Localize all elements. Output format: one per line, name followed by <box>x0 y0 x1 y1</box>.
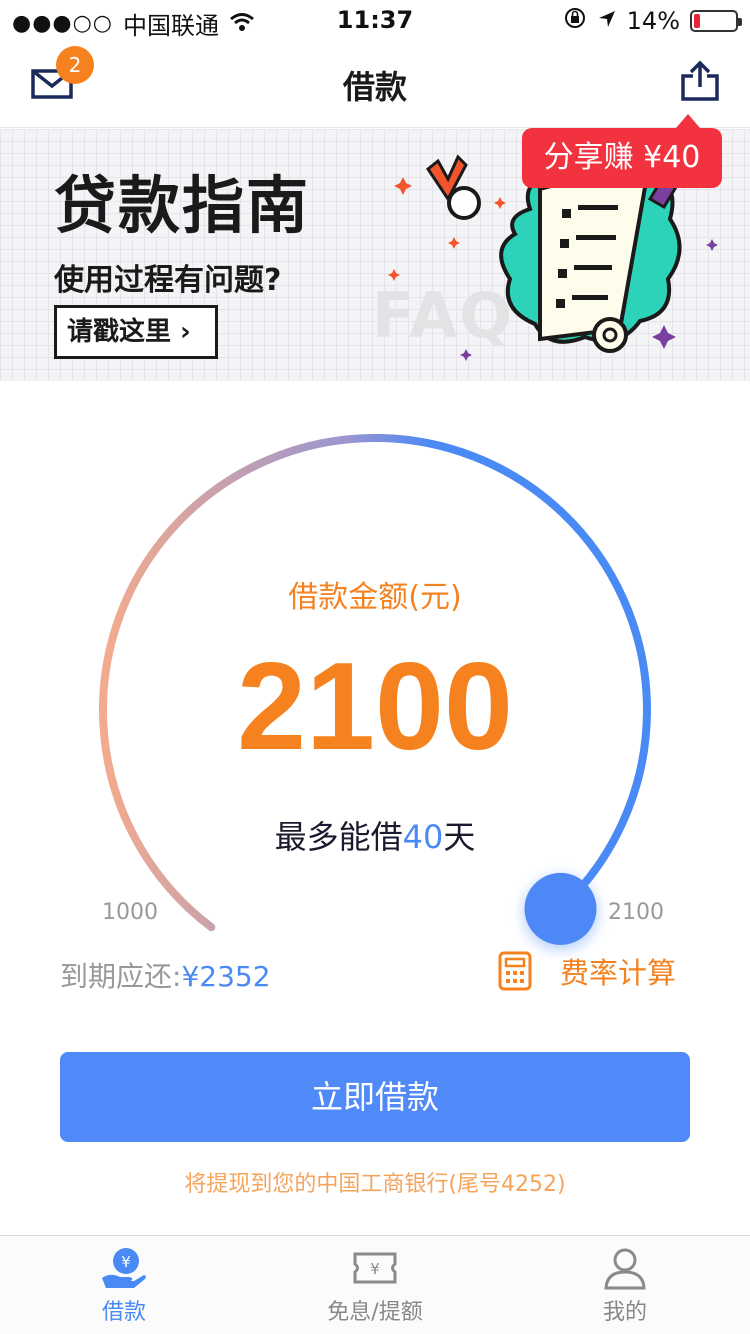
calculator-icon <box>498 951 532 991</box>
tab-interest-free[interactable]: ¥ 免息/提额 <box>295 1246 455 1326</box>
repay-value: ¥2352 <box>181 960 271 993</box>
svg-text:¥: ¥ <box>370 1260 380 1278</box>
bank-account-note: 将提现到您的中国工商银行(尾号4252) <box>184 1172 566 1197</box>
status-right: 14% <box>563 6 742 36</box>
tab-label: 免息/提额 <box>327 1300 423 1325</box>
orientation-lock-icon <box>563 6 587 36</box>
profile-icon <box>604 1248 646 1290</box>
rate-calc-label: 费率计算 <box>560 956 677 990</box>
amount-label: 借款金额(元) <box>288 580 462 615</box>
repay-label: 到期应还: <box>60 960 182 993</box>
tab-label: 借款 <box>101 1300 146 1325</box>
loan-amount-dial: 借款金额(元) 2100 最多能借40天 1000 2100 <box>0 400 750 960</box>
share-button[interactable] <box>680 60 720 102</box>
days-prefix: 最多能借 <box>274 818 403 856</box>
days-suffix: 天 <box>443 818 476 856</box>
battery-icon <box>690 10 742 32</box>
loan-hand-icon: ¥ <box>102 1248 146 1288</box>
banner-subtitle: 使用过程有问题? <box>54 263 282 298</box>
banner-title: 贷款指南 <box>54 169 311 242</box>
tab-label: 我的 <box>602 1300 647 1325</box>
days-value: 40 <box>402 818 444 856</box>
banner-cta-button[interactable]: 请戳这里 › <box>54 305 218 359</box>
svg-text:¥: ¥ <box>121 1253 131 1271</box>
amount-value: 2100 <box>237 638 513 776</box>
nav-bar: 2 借款 <box>0 40 750 128</box>
share-icon <box>681 60 719 101</box>
page-title: 借款 <box>342 68 407 106</box>
max-days-text: 最多能借40天 <box>0 812 750 858</box>
battery-level <box>694 14 700 28</box>
borrow-now-button[interactable]: 立即借款 <box>60 1052 690 1142</box>
tab-bar: ¥ 借款 ¥ 免息/提额 我的 <box>0 1235 750 1334</box>
status-bar: ●●●○○ 中国联通 11:37 14% <box>0 0 750 40</box>
repay-amount: 到期应还:¥2352 <box>60 955 271 995</box>
rate-calculator-link[interactable]: 费率计算 <box>498 950 676 992</box>
share-reward-tag[interactable]: 分享赚 ¥40 <box>522 114 722 188</box>
tab-profile[interactable]: 我的 <box>545 1246 705 1326</box>
coupon-icon: ¥ <box>353 1252 397 1284</box>
amount-slider-knob[interactable] <box>524 872 597 945</box>
max-amount-label: 2100 <box>608 900 664 925</box>
tab-loan[interactable]: ¥ 借款 <box>44 1246 204 1326</box>
min-amount-label: 1000 <box>102 900 158 925</box>
battery-percent: 14% <box>626 7 680 35</box>
location-icon <box>597 7 617 35</box>
